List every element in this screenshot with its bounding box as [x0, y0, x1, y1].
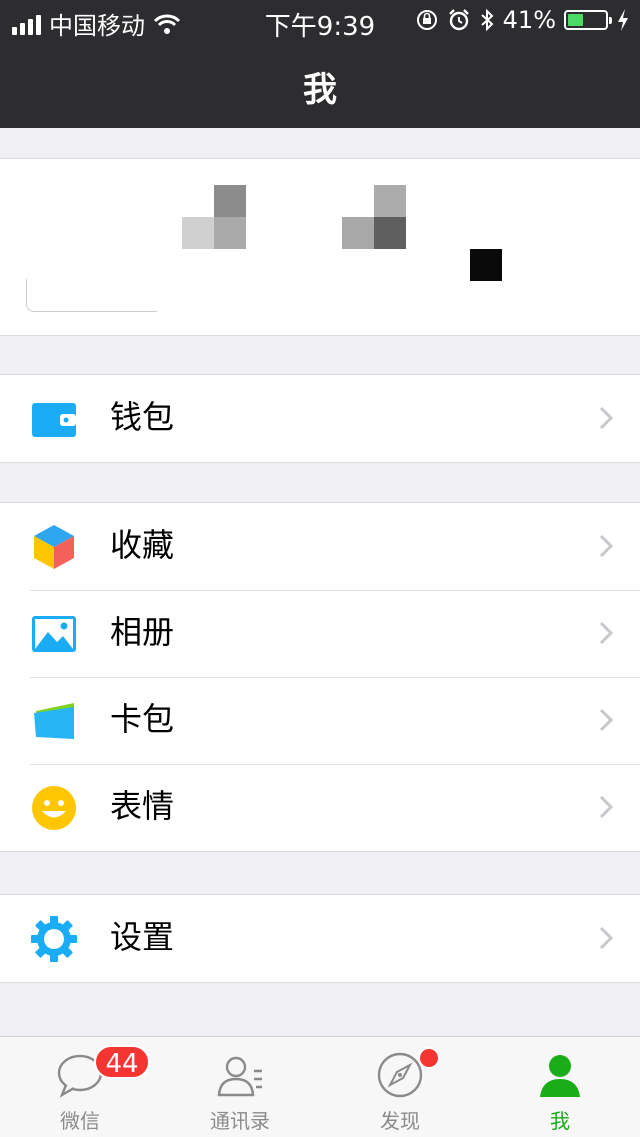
person-icon — [540, 1055, 580, 1097]
compass-icon — [377, 1052, 423, 1098]
menu-item-cards[interactable]: 卡包 — [0, 677, 640, 764]
menu-label: 收藏 — [110, 526, 175, 564]
menu-item-wallet[interactable]: 钱包 — [0, 375, 640, 462]
tab-label: 通讯录 — [210, 1109, 270, 1133]
status-bar: 中国移动 下午9:39 41% — [0, 0, 640, 42]
card-icon — [34, 703, 74, 739]
tab-label: 微信 — [60, 1109, 100, 1133]
chevron-right-icon — [599, 708, 614, 732]
battery-fill — [568, 14, 583, 26]
tab-chats[interactable]: 44 微信 — [0, 1037, 160, 1137]
nav-bar: 我 — [0, 40, 640, 128]
smiley-icon — [32, 786, 76, 830]
cube-icon — [34, 525, 74, 569]
charging-icon — [618, 9, 628, 31]
tab-label: 发现 — [380, 1109, 420, 1133]
rotation-lock-icon — [416, 10, 437, 30]
tab-me[interactable]: 我 — [480, 1037, 640, 1137]
photo-icon — [32, 616, 76, 652]
alarm-icon — [448, 9, 469, 31]
menu-label: 相册 — [110, 613, 175, 651]
wallet-group: 钱包 — [0, 374, 640, 463]
menu-item-stickers[interactable]: 表情 — [0, 764, 640, 851]
menu-item-album[interactable]: 相册 — [0, 590, 640, 677]
menu-label: 钱包 — [110, 398, 175, 436]
features-group: 收藏 相册 卡包 表情 — [0, 502, 640, 852]
chevron-right-icon — [599, 534, 614, 558]
tab-label: 我 — [550, 1109, 570, 1133]
unread-badge: 44 — [94, 1045, 150, 1079]
menu-label: 设置 — [110, 918, 175, 956]
page-title: 我 — [303, 70, 337, 110]
gear-icon — [31, 916, 77, 962]
menu-label: 卡包 — [110, 700, 175, 738]
notification-dot — [418, 1047, 440, 1069]
settings-group: 设置 — [0, 894, 640, 983]
profile-card[interactable] — [0, 158, 640, 336]
tab-contacts[interactable]: 通讯录 — [160, 1037, 320, 1137]
chevron-right-icon — [599, 406, 614, 430]
menu-label: 表情 — [110, 787, 175, 825]
contacts-icon — [217, 1056, 262, 1097]
bluetooth-icon — [480, 8, 494, 32]
chevron-right-icon — [599, 926, 614, 950]
chevron-right-icon — [599, 795, 614, 819]
battery-percent: 41% — [502, 6, 556, 34]
profile-redacted-block — [182, 217, 214, 249]
wallet-icon — [32, 403, 76, 437]
tab-bar: 44 微信 通讯录 发现 我 — [0, 1036, 640, 1137]
menu-item-favorites[interactable]: 收藏 — [0, 503, 640, 590]
menu-item-settings[interactable]: 设置 — [0, 895, 640, 982]
battery-icon — [564, 10, 612, 30]
chevron-right-icon — [599, 621, 614, 645]
tab-discover[interactable]: 发现 — [320, 1037, 480, 1137]
status-right: 41% — [415, 6, 630, 34]
